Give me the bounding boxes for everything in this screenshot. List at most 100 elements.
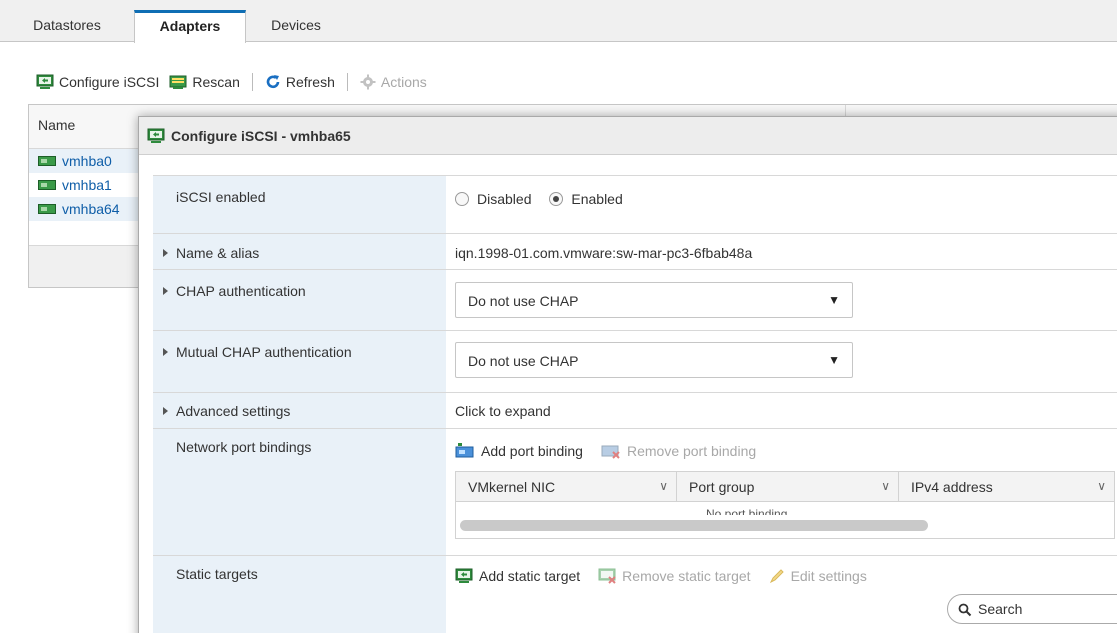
search-input[interactable]: Search xyxy=(947,594,1117,624)
click-to-expand-link[interactable]: Click to expand xyxy=(446,393,1117,428)
chevron-down-icon: ∨ xyxy=(1097,479,1106,493)
chevron-down-icon: ∨ xyxy=(659,479,668,493)
adapter-name[interactable]: vmhba64 xyxy=(62,201,120,217)
expand-caret-icon xyxy=(163,348,168,356)
network-adapter-icon xyxy=(38,156,56,166)
radio-selected-icon xyxy=(549,192,564,206)
mutual-chap-value: Do not use CHAP ▼ xyxy=(446,331,1117,392)
search-icon xyxy=(958,603,972,617)
port-bindings-label: Network port bindings xyxy=(153,429,446,555)
column-header-ipv4-address[interactable]: IPv4 address ∨ xyxy=(899,472,1114,501)
dialog-title: Configure iSCSI - vmhba65 xyxy=(171,127,351,144)
add-port-binding-icon xyxy=(455,443,474,458)
advanced-settings-toggle[interactable]: Advanced settings xyxy=(153,393,446,428)
grid-header: VMkernel NIC ∨ Port group ∨ IPv4 address ∨ xyxy=(456,472,1114,502)
port-bindings-grid: VMkernel NIC ∨ Port group ∨ IPv4 address ∨ … xyxy=(455,471,1115,539)
table-row[interactable]: vmhba0 xyxy=(29,149,145,173)
adapters-toolbar: Configure iSCSI Rescan Refresh Actions xyxy=(36,70,437,94)
network-adapter-icon xyxy=(38,204,56,214)
tab-adapters[interactable]: Adapters xyxy=(134,10,246,43)
rescan-label: Rescan xyxy=(192,74,240,90)
refresh-button[interactable]: Refresh xyxy=(265,74,335,90)
network-adapter-icon xyxy=(38,180,56,190)
expand-caret-icon xyxy=(163,287,168,295)
dropdown-arrow-icon: ▼ xyxy=(828,293,840,307)
toolbar-divider xyxy=(346,73,348,91)
expand-caret-icon xyxy=(163,249,168,257)
edit-settings-button[interactable]: Edit settings xyxy=(769,568,867,584)
dialog-title-bar: Configure iSCSI - vmhba65 xyxy=(139,117,1117,155)
column-header-vmkernel-nic[interactable]: VMkernel NIC ∨ xyxy=(456,472,677,501)
disabled-label: Disabled xyxy=(477,191,532,207)
iqn-value: iqn.1998-01.com.vmware:sw-mar-pc3-6fbab4… xyxy=(455,245,753,261)
adapters-list: vmhba0 vmhba1 vmhba64 xyxy=(29,149,145,221)
iscsi-enabled-label: iSCSI enabled xyxy=(153,176,446,233)
remove-port-binding-icon xyxy=(601,445,620,459)
refresh-icon xyxy=(266,75,280,89)
tab-devices[interactable]: Devices xyxy=(250,10,342,43)
static-targets-toolbar: Add static target Remove static target E… xyxy=(455,568,1117,584)
rescan-icon xyxy=(169,75,187,89)
add-static-target-icon xyxy=(455,568,473,583)
name-alias-row: Name & alias iqn.1998-01.com.vmware:sw-m… xyxy=(153,233,1117,269)
remove-port-binding-label: Remove port binding xyxy=(626,443,757,459)
remove-static-target-button[interactable]: Remove static target xyxy=(598,568,751,584)
search-placeholder: Search xyxy=(978,601,1023,617)
pencil-icon xyxy=(769,569,784,584)
configure-iscsi-button[interactable]: Configure iSCSI xyxy=(36,74,159,90)
name-alias-toggle[interactable]: Name & alias xyxy=(153,234,446,269)
add-port-binding-button[interactable]: Add port binding xyxy=(455,443,583,459)
table-row[interactable]: vmhba1 xyxy=(29,173,145,197)
advanced-settings-row: Advanced settings Click to expand xyxy=(153,392,1117,428)
port-bindings-row: Network port bindings Add port binding R… xyxy=(153,428,1117,555)
configure-iscsi-dialog: Configure iSCSI - vmhba65 iSCSI enabled … xyxy=(138,116,1117,633)
mutual-chap-select[interactable]: Do not use CHAP ▼ xyxy=(455,342,853,378)
toolbar-divider xyxy=(251,73,253,91)
chap-value: Do not use CHAP ▼ xyxy=(446,270,1117,330)
static-targets-row: Static targets Add static target Remove … xyxy=(153,555,1117,633)
chevron-down-icon: ∨ xyxy=(881,479,890,493)
column-header-name[interactable]: Name xyxy=(38,117,75,133)
dialog-form: iSCSI enabled Disabled Enabled Name & al… xyxy=(153,175,1117,633)
add-static-target-button[interactable]: Add static target xyxy=(455,568,580,584)
configure-iscsi-icon xyxy=(147,128,165,143)
empty-grid-message: No port binding xyxy=(706,508,788,515)
chap-select[interactable]: Do not use CHAP ▼ xyxy=(455,282,853,318)
expand-caret-icon xyxy=(163,407,168,415)
mutual-chap-row: Mutual CHAP authentication Do not use CH… xyxy=(153,330,1117,392)
enabled-label: Enabled xyxy=(571,191,623,207)
iscsi-enabled-row: iSCSI enabled Disabled Enabled xyxy=(153,175,1117,233)
static-targets-label: Static targets xyxy=(153,556,446,633)
configure-iscsi-label: Configure iSCSI xyxy=(59,74,160,90)
chap-toggle[interactable]: CHAP authentication xyxy=(153,270,446,330)
adapter-name[interactable]: vmhba0 xyxy=(62,153,112,169)
horizontal-scrollbar[interactable] xyxy=(460,520,928,531)
remove-static-target-label: Remove static target xyxy=(622,568,751,584)
port-bindings-toolbar: Add port binding Remove port binding xyxy=(455,443,1117,459)
column-header-port-group[interactable]: Port group ∨ xyxy=(677,472,899,501)
iscsi-enabled-radio[interactable]: Enabled xyxy=(549,191,623,207)
radio-icon xyxy=(455,192,469,206)
actions-label: Actions xyxy=(380,74,427,90)
gear-icon xyxy=(360,74,376,90)
add-port-binding-label: Add port binding xyxy=(481,443,583,459)
tab-datastores[interactable]: Datastores xyxy=(14,10,120,43)
refresh-label: Refresh xyxy=(285,74,335,90)
chap-row: CHAP authentication Do not use CHAP ▼ xyxy=(153,269,1117,330)
port-bindings-value: Add port binding Remove port binding VMk… xyxy=(446,429,1117,555)
adapter-name[interactable]: vmhba1 xyxy=(62,177,112,193)
mutual-chap-toggle[interactable]: Mutual CHAP authentication xyxy=(153,331,446,392)
actions-button[interactable]: Actions xyxy=(360,74,427,90)
iscsi-disabled-radio[interactable]: Disabled xyxy=(455,191,535,207)
dropdown-arrow-icon: ▼ xyxy=(828,353,840,367)
tab-bar: Datastores Adapters Devices xyxy=(0,0,1117,43)
remove-port-binding-button[interactable]: Remove port binding xyxy=(601,443,756,459)
static-targets-value: Add static target Remove static target E… xyxy=(446,556,1117,633)
remove-static-target-icon xyxy=(598,568,616,584)
configure-iscsi-icon xyxy=(36,74,54,89)
edit-settings-label: Edit settings xyxy=(790,568,867,584)
table-row[interactable]: vmhba64 xyxy=(29,197,145,221)
iscsi-enabled-value: Disabled Enabled xyxy=(446,176,1117,233)
rescan-button[interactable]: Rescan xyxy=(169,74,240,90)
add-static-target-label: Add static target xyxy=(479,568,581,584)
